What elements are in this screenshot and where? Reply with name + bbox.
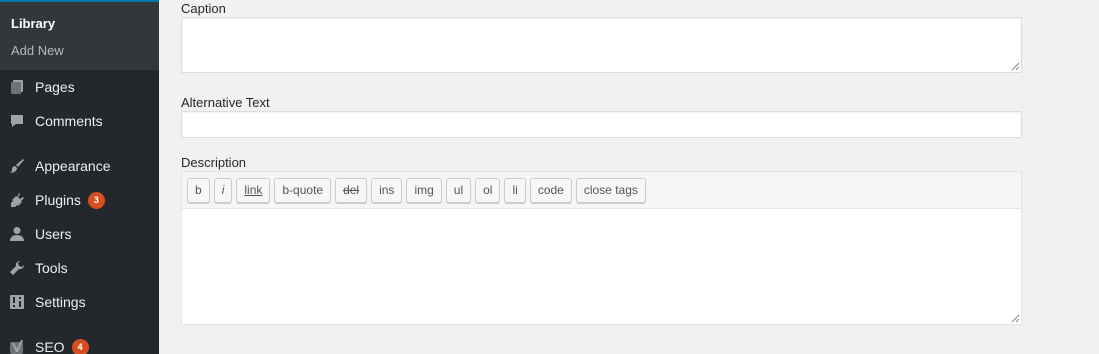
sidebar-item-appearance[interactable]: Appearance xyxy=(0,149,159,183)
plugins-update-badge: 3 xyxy=(87,191,105,209)
seo-icon xyxy=(9,339,25,354)
qt-link-button[interactable]: link xyxy=(236,178,271,203)
sidebar-item-label: Comments xyxy=(35,113,103,129)
sidebar-item-users[interactable]: Users xyxy=(0,217,159,251)
submenu-item-add-new[interactable]: Add New xyxy=(0,37,159,64)
qt-close-tags-button[interactable]: close tags xyxy=(575,178,646,203)
admin-sidebar: Library Add New Pages Comments Appearanc… xyxy=(0,0,159,354)
media-submenu: Library Add New xyxy=(0,0,159,70)
qt-blockquote-button[interactable]: b-quote xyxy=(274,178,332,203)
seo-notification-badge: 4 xyxy=(71,338,89,354)
resize-handle-icon[interactable] xyxy=(1011,62,1020,71)
users-icon xyxy=(9,226,25,242)
qt-code-button[interactable]: code xyxy=(529,178,572,203)
qt-ol-button[interactable]: ol xyxy=(475,178,501,203)
sidebar-item-label: Plugins xyxy=(35,192,81,208)
sidebar-item-settings[interactable]: Settings xyxy=(0,285,159,319)
pages-icon xyxy=(9,79,25,95)
caption-textarea[interactable] xyxy=(181,17,1022,73)
qt-italic-button[interactable]: i xyxy=(213,178,233,203)
description-textarea[interactable] xyxy=(182,209,1021,324)
alt-text-input[interactable] xyxy=(181,111,1022,138)
sidebar-item-label: Pages xyxy=(35,79,75,95)
sidebar-item-label: Users xyxy=(35,226,72,242)
plugins-icon xyxy=(9,192,25,208)
sidebar-item-plugins[interactable]: Plugins 3 xyxy=(0,183,159,217)
sidebar-item-comments[interactable]: Comments xyxy=(0,104,159,138)
sidebar-item-label: Tools xyxy=(35,260,68,276)
comments-icon xyxy=(9,113,25,129)
tools-icon xyxy=(9,260,25,276)
resize-handle-icon[interactable] xyxy=(1011,314,1020,323)
caption-label: Caption xyxy=(181,1,226,16)
sidebar-item-label: SEO xyxy=(35,339,65,354)
sidebar-item-seo[interactable]: SEO 4 xyxy=(0,330,159,354)
qt-li-button[interactable]: li xyxy=(504,178,526,203)
qt-ul-button[interactable]: ul xyxy=(445,178,472,203)
qt-img-button[interactable]: img xyxy=(406,178,442,203)
sidebar-item-label: Settings xyxy=(35,294,86,310)
description-editor: b i link b-quote del ins img ul ol li co… xyxy=(181,171,1022,325)
appearance-icon xyxy=(9,158,25,174)
sidebar-item-tools[interactable]: Tools xyxy=(0,251,159,285)
qt-bold-button[interactable]: b xyxy=(187,178,210,203)
sidebar-item-label: Appearance xyxy=(35,158,111,174)
quicktags-toolbar: b i link b-quote del ins img ul ol li co… xyxy=(182,172,1021,209)
qt-ins-button[interactable]: ins xyxy=(371,178,403,203)
sidebar-item-pages[interactable]: Pages xyxy=(0,70,159,104)
alt-text-label: Alternative Text xyxy=(181,95,270,110)
settings-icon xyxy=(9,294,25,310)
submenu-item-library[interactable]: Library xyxy=(0,10,159,37)
qt-del-button[interactable]: del xyxy=(335,178,368,203)
description-label: Description xyxy=(181,155,247,170)
